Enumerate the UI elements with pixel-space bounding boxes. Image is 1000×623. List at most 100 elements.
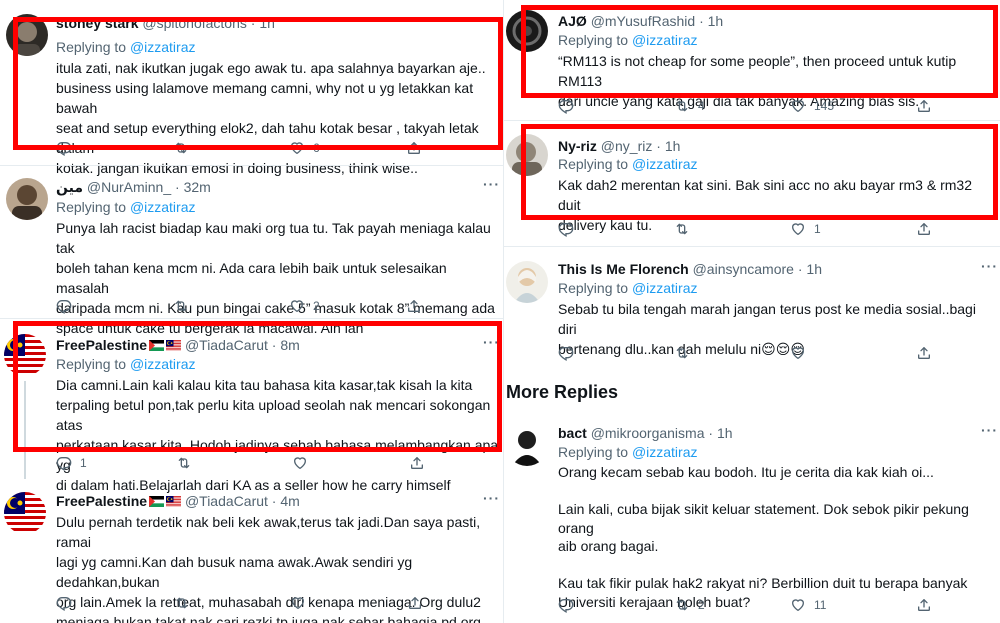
mention-link[interactable]: @izzatiraz — [632, 444, 698, 460]
avatar[interactable] — [6, 178, 48, 220]
retweet-button[interactable]: 2 — [674, 596, 705, 614]
user-handle[interactable]: @TiadaCarut — [185, 493, 268, 509]
display-name[interactable]: FreePalestine — [56, 337, 147, 353]
reply-button[interactable] — [56, 594, 80, 612]
timestamp[interactable]: 1h — [717, 425, 733, 441]
reply-icon — [558, 98, 574, 114]
display-name[interactable]: This Is Me Florench — [558, 261, 689, 277]
reply-tweet-nuraminn[interactable]: مين @NurAminn_ · 32m ··· Replying to @iz… — [0, 166, 503, 336]
tweet-actions: 1 — [56, 454, 476, 472]
share-button[interactable] — [916, 220, 932, 238]
replying-label: Replying to — [558, 156, 629, 172]
timestamp[interactable]: 1h — [708, 13, 724, 29]
right-reply-column: AJØ @mYusufRashid · 1h Replying to @izza… — [503, 0, 1000, 623]
more-icon[interactable]: ··· — [483, 334, 500, 350]
reply-button[interactable]: 1 — [56, 454, 87, 472]
like-button[interactable] — [292, 454, 316, 472]
share-button[interactable] — [916, 97, 932, 115]
display-name[interactable]: مين — [56, 179, 83, 195]
like-icon — [289, 140, 305, 156]
timestamp[interactable]: 4m — [280, 493, 299, 509]
malaysia-flag-icon — [166, 496, 181, 507]
retweet-icon — [173, 298, 189, 314]
display-name[interactable]: bact — [558, 425, 587, 441]
mention-link[interactable]: @izzatiraz — [130, 356, 196, 372]
mention-link[interactable]: @izzatiraz — [632, 156, 698, 172]
like-button[interactable]: 11 — [790, 596, 826, 614]
avatar[interactable] — [506, 134, 548, 176]
reply-button[interactable] — [56, 139, 80, 157]
share-button[interactable] — [406, 297, 422, 315]
retweet-button[interactable] — [674, 220, 698, 238]
avatar[interactable] — [506, 10, 548, 52]
like-icon — [292, 455, 308, 471]
timestamp[interactable]: 32m — [184, 179, 211, 195]
share-button[interactable] — [406, 139, 422, 157]
retweet-button[interactable] — [173, 139, 197, 157]
like-button[interactable]: 2 — [289, 297, 320, 315]
tweet-header: مين @NurAminn_ · 32m — [56, 179, 211, 195]
user-handle[interactable]: @NurAminn_ — [87, 179, 171, 195]
share-icon — [407, 595, 423, 611]
more-icon[interactable]: ··· — [483, 176, 500, 192]
like-button[interactable]: 6 — [289, 139, 320, 157]
display-name[interactable]: stoney stark — [56, 15, 138, 31]
user-handle[interactable]: @TiadaCarut — [185, 337, 268, 353]
retweet-button[interactable]: 4 — [674, 97, 705, 115]
avatar[interactable] — [4, 334, 46, 376]
retweet-button[interactable] — [174, 594, 198, 612]
reply-tweet-ainsyncamore[interactable]: This Is Me Florench @ainsyncamore · 1h ·… — [504, 247, 1000, 367]
reply-button[interactable] — [558, 220, 582, 238]
display-name[interactable]: FreePalestine — [56, 493, 147, 509]
avatar[interactable] — [4, 492, 46, 534]
share-button[interactable] — [916, 344, 932, 362]
retweet-button[interactable] — [176, 454, 200, 472]
reply-tweet-stoney-stark[interactable]: stoney stark @spitonofactons · 1h Replyi… — [0, 0, 503, 176]
tweet-header: stoney stark @spitonofactons · 1h — [56, 15, 275, 31]
retweet-button[interactable] — [674, 344, 698, 362]
user-handle[interactable]: @mikroorganisma — [591, 425, 705, 441]
reply-button[interactable] — [558, 344, 582, 362]
more-icon[interactable]: ··· — [981, 258, 998, 274]
mention-link[interactable]: @izzatiraz — [632, 280, 698, 296]
user-handle[interactable]: @spitonofactons — [142, 15, 247, 31]
timestamp[interactable]: 1h — [665, 138, 681, 154]
reply-icon — [558, 345, 574, 361]
more-icon[interactable]: ··· — [981, 422, 998, 438]
retweet-icon — [173, 140, 189, 156]
like-button[interactable]: 1 — [790, 220, 821, 238]
like-button[interactable]: 145 — [790, 97, 834, 115]
like-button[interactable] — [290, 594, 314, 612]
reply-tweet-tiadacarut-1[interactable]: FreePalestine @TiadaCarut · 8m ··· Reply… — [0, 319, 503, 493]
reply-tweet-ny-riz[interactable]: Ny-riz @ny_riz · 1h Replying to @izzatir… — [504, 121, 1000, 246]
display-name[interactable]: Ny-riz — [558, 138, 597, 154]
timestamp[interactable]: 1h — [806, 261, 822, 277]
replying-label: Replying to — [56, 39, 127, 55]
avatar[interactable] — [506, 424, 548, 466]
timestamp[interactable]: 1h — [259, 15, 275, 31]
mention-link[interactable]: @izzatiraz — [130, 199, 196, 215]
user-handle[interactable]: @mYusufRashid — [591, 13, 695, 29]
avatar[interactable] — [506, 261, 548, 303]
timestamp[interactable]: 8m — [280, 337, 299, 353]
reply-tweet-tiadacarut-2[interactable]: FreePalestine @TiadaCarut · 4m ··· Dulu … — [0, 479, 503, 623]
share-button[interactable] — [407, 594, 423, 612]
reply-button[interactable] — [558, 596, 582, 614]
reply-button[interactable] — [56, 297, 80, 315]
reply-button[interactable] — [558, 97, 582, 115]
retweet-button[interactable] — [173, 297, 197, 315]
mention-link[interactable]: @izzatiraz — [632, 32, 698, 48]
like-button[interactable] — [790, 344, 814, 362]
share-button[interactable] — [916, 596, 932, 614]
retweet-icon — [174, 595, 190, 611]
share-button[interactable] — [409, 454, 425, 472]
more-icon[interactable]: ··· — [483, 490, 500, 506]
tweet-actions — [558, 344, 978, 362]
display-name[interactable]: AJØ — [558, 13, 587, 29]
mention-link[interactable]: @izzatiraz — [130, 39, 196, 55]
reply-tweet-mikroorganisma[interactable]: bact @mikroorganisma · 1h ··· Replying t… — [504, 412, 1000, 623]
avatar[interactable] — [6, 14, 48, 56]
user-handle[interactable]: @ny_riz — [601, 138, 653, 154]
reply-tweet-myusufrashid[interactable]: AJØ @mYusufRashid · 1h Replying to @izza… — [504, 0, 1000, 120]
user-handle[interactable]: @ainsyncamore — [693, 261, 794, 277]
